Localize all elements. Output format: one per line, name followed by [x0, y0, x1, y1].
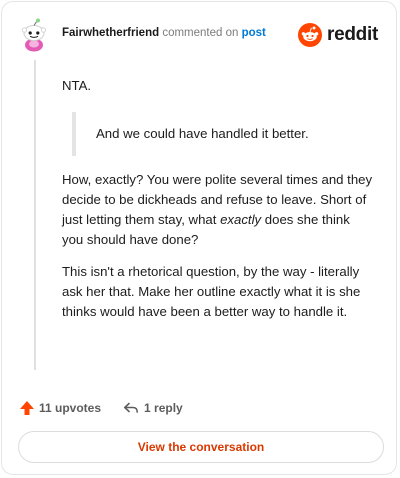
reddit-alien-icon: [298, 23, 323, 47]
upvote-count: 11 upvotes: [39, 401, 102, 415]
reddit-logo[interactable]: reddit: [298, 22, 378, 48]
comment-paragraph-2: This isn't a rhetorical question, by the…: [62, 264, 361, 319]
comment-body: NTA. And we could have handled it better…: [62, 76, 374, 322]
blockquote: And we could have handled it better.: [72, 112, 374, 156]
upvote-button[interactable]: 11 upvotes: [19, 400, 101, 416]
reply-button[interactable]: 1 reply: [123, 400, 183, 416]
snoo-avatar-icon[interactable]: [20, 18, 48, 52]
reddit-wordmark: reddit: [327, 24, 378, 45]
view-conversation-button[interactable]: View the conversation: [18, 431, 384, 463]
comment-actions: 11 upvotes 1 reply: [19, 398, 183, 418]
comment-paragraph-1: How, exactly? You were polite several ti…: [62, 170, 374, 250]
upvote-arrow-icon: [20, 401, 34, 415]
post-link[interactable]: post: [242, 27, 266, 39]
reply-count: 1 reply: [144, 401, 183, 415]
comment-card: Fairwhetherfriend commented on post redd…: [1, 1, 397, 475]
username-link[interactable]: Fairwhetherfriend: [62, 27, 159, 39]
comment-byline: Fairwhetherfriend commented on post: [62, 27, 266, 39]
thread-line[interactable]: [34, 60, 36, 370]
quote-text: And we could have handled it better.: [96, 126, 309, 141]
comment-line-1: NTA.: [62, 78, 92, 93]
comment-header: Fairwhetherfriend commented on post redd…: [20, 16, 380, 56]
byline-action-text: commented on: [159, 27, 242, 39]
reply-arrow-icon: [124, 402, 139, 413]
paragraph-1-emphasis: exactly: [220, 212, 262, 227]
